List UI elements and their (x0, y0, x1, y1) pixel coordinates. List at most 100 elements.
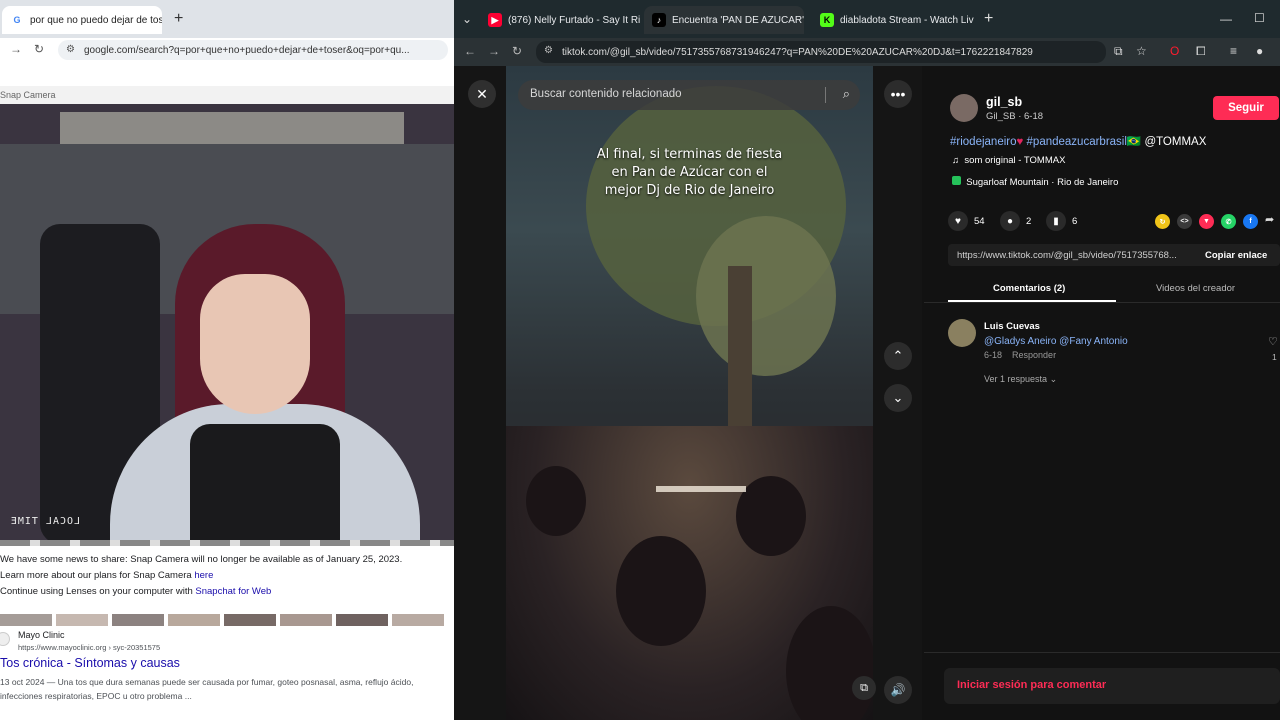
video-description: #riodejaneiro♥ #pandeazucarbrasil🇧🇷 @TOM… (950, 134, 1206, 148)
hashtag-riodejaneiro[interactable]: #riodejaneiro (950, 136, 1017, 148)
left-tab-strip: G por que no puedo dejar de toser ✕ + (0, 0, 454, 38)
reply-button[interactable]: Responder (1012, 350, 1056, 360)
share-arrow-icon[interactable]: ➦ (1265, 213, 1274, 226)
video-link: https://www.tiktok.com/@gil_sb/video/751… (957, 250, 1177, 261)
close-video-icon[interactable]: ✕ (468, 80, 496, 108)
result-snippet: 13 oct 2024 — Una tos que dura semanas p… (0, 677, 414, 701)
creator-handle-date: Gil_SB · 6-18 (986, 111, 1044, 122)
back-icon[interactable]: ← (464, 44, 476, 58)
new-tab-icon[interactable]: + (984, 10, 993, 28)
hashtag-pandeazucarbrasil[interactable]: #pandeazucarbrasil (1027, 136, 1127, 148)
caption-line: Al final, si terminas de fiesta (596, 147, 783, 162)
comment-meta: 6-18 Responder (984, 350, 1056, 360)
comment-text[interactable]: @Gladys Aneiro @Fany Antonio (984, 336, 1128, 347)
here-link[interactable]: here (194, 570, 213, 581)
opera-icon[interactable]: O (1170, 44, 1179, 58)
snapchat-web-link[interactable]: Snapchat for Web (195, 586, 271, 597)
search-placeholder: Buscar contenido relacionado (530, 88, 682, 100)
forward-icon[interactable]: → (488, 44, 500, 58)
forward-icon[interactable]: → (10, 42, 22, 56)
crowd (506, 426, 873, 720)
cast-icon[interactable]: ⧉ (1114, 44, 1123, 59)
maximize-icon[interactable]: ☐ (1254, 11, 1265, 25)
minimize-icon[interactable]: — (1220, 12, 1232, 26)
tiktok-video[interactable]: Al final, si terminas de fiesta en Pan de… (506, 66, 873, 720)
tab-google-search[interactable]: G por que no puedo dejar de toser ✕ (2, 6, 162, 34)
thumbnail[interactable] (280, 614, 332, 626)
tab-creator-videos[interactable]: Videos del creador (1156, 283, 1235, 294)
flag-emoji: 🇧🇷 (1126, 136, 1142, 148)
copy-link-button[interactable]: Copiar enlace (1205, 250, 1267, 261)
miniplayer-icon[interactable]: ⧉ (852, 676, 876, 700)
media-icon[interactable]: ≡ (1230, 44, 1237, 58)
location-row[interactable]: Sugarloaf Mountain · Rio de Janeiro (952, 176, 1118, 188)
new-tab-icon[interactable]: + (174, 10, 183, 28)
embed-icon[interactable]: <> (1177, 214, 1192, 229)
caption-line: mejor Dj de Rio de Janeiro (604, 183, 775, 198)
extensions-icon[interactable]: ⧠ (1196, 44, 1206, 59)
left-toolbar: → ↻ ⚙ google.com/search?q=por+que+no+pue… (0, 38, 454, 62)
search-icon[interactable]: ⌕ (843, 86, 850, 102)
login-to-comment[interactable]: Iniciar sesión para comentar (957, 679, 1106, 691)
thumbnail[interactable] (392, 614, 444, 626)
comment-like-icon[interactable]: ♡ (1268, 335, 1278, 348)
previous-video-icon[interactable]: ⌃ (884, 342, 912, 370)
creator-avatar[interactable] (950, 94, 978, 122)
image-thumbnails (0, 614, 454, 626)
facebook-icon[interactable]: f (1243, 214, 1258, 229)
thumbnail[interactable] (0, 614, 52, 626)
follow-button[interactable]: Seguir (1213, 96, 1279, 120)
tab-tiktok[interactable]: ♪ Encuentra 'PAN DE AZUCAR' ✕ (644, 6, 804, 34)
google-icon: G (10, 13, 24, 27)
tab-comments[interactable]: Comentarios (2) (993, 283, 1065, 294)
site-info-icon: ⚙ (544, 45, 553, 56)
commenter-avatar[interactable] (948, 319, 976, 347)
crowd-head (616, 536, 706, 646)
view-replies-label: Ver 1 respuesta (984, 374, 1048, 384)
result-site: Mayo Clinic (18, 630, 65, 640)
sound-name: som original - TOMMAX (964, 155, 1066, 166)
tab-youtube[interactable]: ▶ (876) Nelly Furtado - Say It Rig ✕ (480, 6, 640, 34)
notice-line-1: We have some news to share: Snap Camera … (0, 554, 403, 565)
tree-trunk (728, 266, 752, 446)
lens-strip (0, 540, 454, 546)
heart-emoji: ♥ (1016, 136, 1024, 148)
mention-tommax[interactable]: @TOMMAX (1144, 136, 1206, 148)
whatsapp-icon[interactable]: ✆ (1221, 214, 1236, 229)
result-title[interactable]: Tos crónica - Síntomas y causas (0, 656, 180, 670)
result-url[interactable]: https://www.mayoclinic.org › syc-2035157… (18, 643, 160, 652)
comment-bubble-icon[interactable]: ● (1000, 211, 1020, 231)
thumbnail[interactable] (168, 614, 220, 626)
creator-username[interactable]: gil_sb (986, 95, 1022, 109)
bookmark-star-icon[interactable]: ☆ (1136, 44, 1147, 58)
profile-icon[interactable]: ● (1256, 44, 1263, 58)
tab-label: (876) Nelly Furtado - Say It Rig (508, 14, 640, 26)
repost-icon[interactable]: ↻ (1155, 214, 1170, 229)
comment-count: 2 (1026, 216, 1032, 227)
comment-author[interactable]: Luis Cuevas (984, 321, 1040, 332)
sound-row[interactable]: ♫ som original - TOMMAX (952, 155, 1065, 166)
bookmark-icon[interactable]: ▮ (1046, 211, 1066, 231)
thumbnail[interactable] (112, 614, 164, 626)
tab-label: por que no puedo dejar de toser (30, 14, 162, 26)
more-options-icon[interactable]: ••• (884, 80, 912, 108)
related-search-input[interactable]: Buscar contenido relacionado ⌕ (518, 80, 860, 110)
music-note-icon: ♫ (952, 155, 960, 166)
thumbnail[interactable] (336, 614, 388, 626)
next-video-icon[interactable]: ⌄ (884, 384, 912, 412)
left-address-bar[interactable]: ⚙ google.com/search?q=por+que+no+puedo+d… (58, 40, 448, 60)
location-name: Sugarloaf Mountain · Rio de Janeiro (966, 177, 1119, 188)
right-address-bar[interactable]: ⚙ tiktok.com/@gil_sb/video/7517355768731… (536, 41, 1106, 63)
view-replies-button[interactable]: Ver 1 respuesta ⌄ (984, 374, 1057, 385)
person-face (200, 274, 310, 414)
reload-icon[interactable]: ↻ (512, 44, 522, 58)
send-icon[interactable]: ▼ (1199, 214, 1214, 229)
thumbnail[interactable] (56, 614, 108, 626)
tab-search-icon[interactable]: ⌄ (462, 12, 472, 26)
comment-like-count: 1 (1272, 352, 1277, 362)
reload-icon[interactable]: ↻ (34, 42, 44, 56)
volume-icon[interactable]: 🔊 (884, 676, 912, 704)
thumbnail[interactable] (224, 614, 276, 626)
like-heart-icon[interactable]: ♥ (948, 211, 968, 231)
tab-kick[interactable]: K diabladota Stream - Watch Live ✕ (812, 6, 974, 34)
